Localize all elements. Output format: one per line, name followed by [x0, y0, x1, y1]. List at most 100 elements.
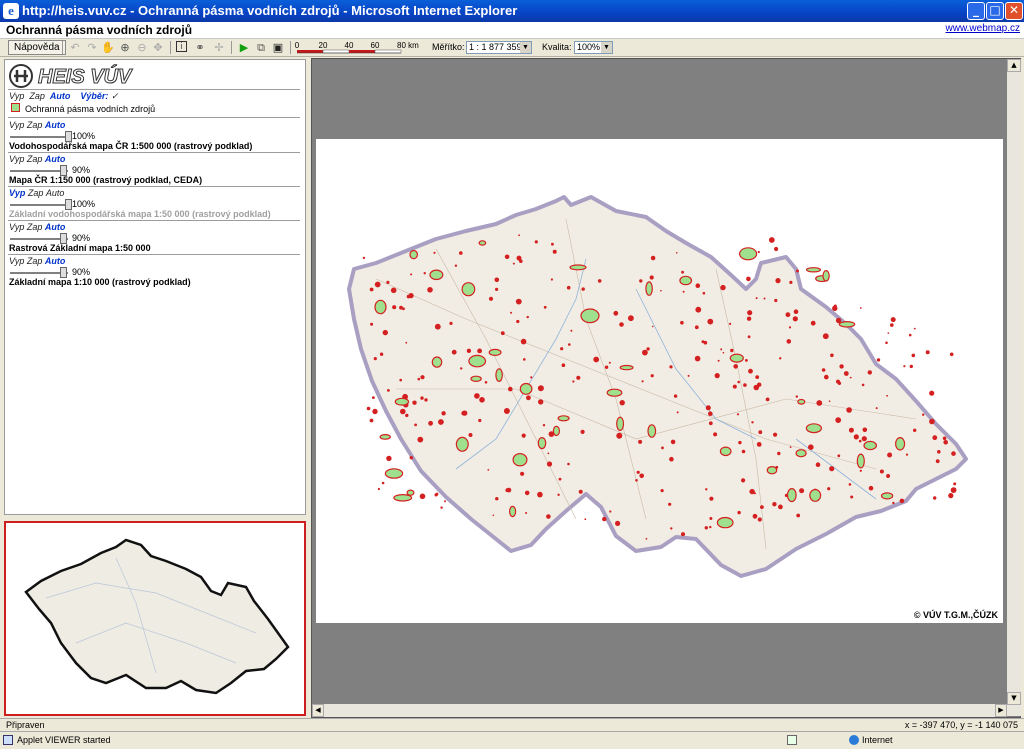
zone-mark [810, 320, 816, 326]
zone-mark [756, 442, 762, 447]
separator [290, 41, 291, 54]
zoom-in-icon[interactable]: ⊕ [118, 41, 132, 54]
scroll-left-icon[interactable]: ◀ [312, 704, 324, 717]
print-play-icon[interactable]: ▶ [237, 41, 251, 54]
maximize-button[interactable]: □ [986, 2, 1004, 20]
layer-options: Vyp Zap Auto [9, 222, 65, 232]
layer-panel: HEIS VÚV Vyp Zap Auto Výběr: ✓ Ochranná … [4, 59, 306, 515]
zone-mark [680, 532, 686, 537]
zone-mark [903, 365, 906, 368]
separator [231, 41, 232, 54]
divider [8, 186, 300, 187]
zone-mark [848, 427, 854, 433]
zone-mark [909, 364, 913, 369]
zone-area [647, 424, 657, 438]
opt-auto[interactable]: Auto [50, 91, 71, 101]
map-canvas[interactable]: © VÚV T.G.M.,ČÚZK [316, 139, 1003, 623]
scroll-down-icon[interactable]: ▼ [1007, 692, 1021, 705]
zoom-all-icon[interactable]: ✥ [151, 41, 165, 54]
zone-mark [933, 496, 937, 500]
zone-mark [827, 487, 831, 491]
check-icon[interactable]: ✓ [111, 91, 119, 101]
zone-mark [461, 410, 467, 416]
opt-auto[interactable]: Auto [45, 256, 66, 266]
copy-icon[interactable]: ⧉ [254, 41, 268, 54]
layer-name: Vodohospodářská mapa ČR 1:500 000 (rastr… [9, 141, 253, 151]
zone-mark [484, 381, 488, 384]
zoom-next-icon[interactable]: ↷ [85, 41, 99, 54]
zone-mark [785, 312, 791, 318]
zone-mark [876, 358, 881, 362]
opt-on[interactable]: Zap [27, 154, 43, 164]
opacity-slider[interactable] [10, 267, 74, 278]
zone-mark [746, 316, 752, 321]
help-button[interactable]: Nápověda [8, 40, 66, 55]
zone-mark [950, 487, 957, 493]
zoom-out-icon[interactable]: ⊖ [135, 41, 149, 54]
info-icon[interactable]: i [176, 41, 187, 52]
vertical-scrollbar[interactable]: ▲ ▼ [1007, 59, 1021, 716]
binoculars-icon[interactable]: ⚭ [193, 41, 207, 54]
zoom-previous-icon[interactable]: ↶ [68, 41, 82, 54]
minimize-button[interactable]: _ [967, 2, 985, 20]
zone-mark [741, 478, 746, 483]
opt-off[interactable]: Vyp [9, 256, 24, 266]
zone-mark [650, 374, 654, 378]
zone-mark [477, 348, 482, 354]
zone-mark [670, 439, 676, 445]
close-button[interactable]: ✕ [1005, 2, 1023, 20]
scroll-right-icon[interactable]: ▶ [995, 704, 1007, 717]
opt-auto[interactable]: Auto [45, 222, 66, 232]
opt-on[interactable]: Zap [28, 188, 44, 198]
zone-mark [581, 287, 585, 291]
zone-mark [832, 305, 838, 311]
zone-mark [639, 473, 644, 479]
zone-mark [427, 287, 433, 293]
quality-select[interactable]: 100% ▼ [574, 41, 613, 54]
opt-auto[interactable]: Auto [45, 120, 66, 130]
zone-mark [849, 376, 852, 379]
overview-map[interactable] [4, 521, 306, 716]
opacity-slider[interactable] [10, 233, 74, 244]
opt-on[interactable]: Zap [27, 256, 43, 266]
opt-off[interactable]: Vyp [9, 154, 24, 164]
opt-on[interactable]: Zap [29, 91, 45, 101]
chevron-down-icon[interactable]: ▼ [601, 42, 612, 53]
zone-mark [708, 421, 713, 426]
chevron-down-icon[interactable]: ▼ [520, 42, 531, 53]
zone-area [719, 446, 732, 457]
opt-on[interactable]: Zap [27, 222, 43, 232]
opacity-slider[interactable] [10, 165, 74, 176]
opt-off[interactable]: Vyp [9, 91, 24, 101]
move-icon[interactable]: ✢ [212, 41, 226, 54]
save-icon[interactable]: ▣ [271, 41, 285, 54]
zone-area [619, 364, 634, 371]
zone-mark [815, 462, 821, 468]
opt-off[interactable]: Vyp [9, 188, 25, 198]
pan-hand-icon[interactable]: ✋ [101, 41, 115, 54]
zone-mark [837, 454, 841, 458]
zone-area [795, 449, 807, 458]
zone-mark [753, 384, 760, 391]
opt-off[interactable]: Vyp [9, 222, 24, 232]
zone-mark [362, 256, 366, 260]
zone-mark [929, 418, 935, 425]
window-title: http://heis.vuv.cz - Ochranná pásma vodn… [22, 3, 518, 18]
opt-on[interactable]: Zap [27, 120, 43, 130]
scale-select[interactable]: 1 : 1 877 359 ▼ [466, 41, 532, 54]
scale-tick: 80 km [397, 41, 419, 50]
zone-area [379, 434, 391, 440]
opt-auto[interactable]: Auto [46, 188, 65, 198]
opt-auto[interactable]: Auto [45, 154, 66, 164]
zone-area [468, 354, 487, 368]
scroll-up-icon[interactable]: ▲ [1007, 59, 1021, 72]
opacity-slider[interactable] [10, 131, 74, 142]
zone-mark [638, 439, 643, 444]
opacity-slider[interactable] [10, 199, 74, 210]
zone-mark [372, 408, 378, 415]
webmap-link[interactable]: www.webmap.cz [946, 23, 1020, 34]
opt-off[interactable]: Vyp [9, 120, 24, 130]
zone-mark [379, 352, 384, 356]
horizontal-scrollbar[interactable]: ◀ ▶ [312, 704, 1007, 717]
scale-tick: 20 [319, 41, 328, 50]
